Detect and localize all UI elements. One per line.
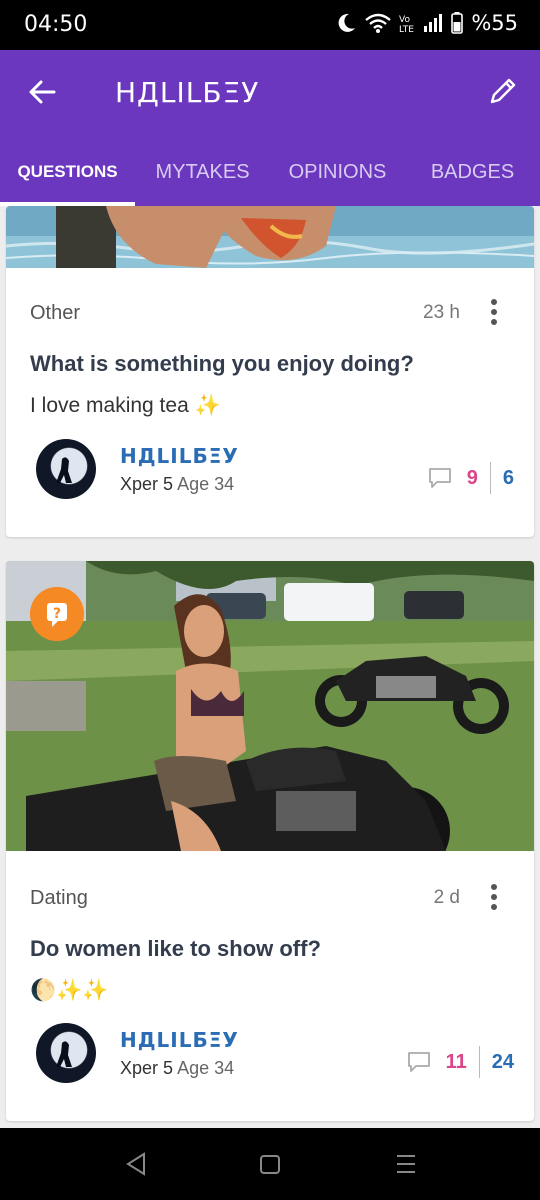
card-meta: Other 23 h	[30, 299, 510, 325]
author-details: НДLILБΞУ Xper 5 Age 34	[120, 444, 239, 495]
question-age: 2 d	[433, 887, 460, 908]
author-level: Xper 5 Age 34	[120, 1058, 239, 1079]
question-card[interactable]: Other 23 h What is something you enjoy d…	[6, 206, 534, 537]
more-options-icon[interactable]	[488, 298, 500, 326]
tab-mytakes[interactable]: MYTAKES	[135, 150, 270, 206]
battery-level: %55	[471, 11, 518, 35]
moon-icon	[338, 13, 356, 32]
author-name[interactable]: НДLILБΞУ	[120, 444, 239, 468]
comment-icon	[428, 468, 451, 488]
status-time: 04:50	[24, 12, 88, 37]
opinion-count: 6	[502, 466, 514, 489]
question-category: Dating	[30, 887, 88, 909]
system-nav-bar	[0, 1128, 540, 1200]
tab-opinions[interactable]: OPINIONS	[270, 150, 405, 206]
question-photo[interactable]	[6, 206, 534, 268]
question-body: I love making tea ✨	[30, 394, 221, 417]
avatar-silhouette	[56, 457, 72, 483]
status-icons: Vo LTE %55	[335, 11, 518, 35]
svg-text:?: ?	[53, 606, 61, 622]
avatar[interactable]	[36, 439, 96, 499]
author-name[interactable]: НДLILБΞУ	[120, 1028, 239, 1052]
svg-text:LTE: LTE	[399, 25, 414, 34]
back-arrow-icon[interactable]	[26, 76, 58, 108]
question-title[interactable]: What is something you enjoy doing?	[30, 351, 514, 377]
battery-icon	[451, 12, 464, 34]
signal-icon	[424, 14, 443, 32]
question-age: 23 h	[423, 302, 460, 323]
author-age: Age 34	[177, 473, 235, 494]
card-meta: Dating 2 d	[30, 884, 510, 910]
xper-level: Xper 5	[120, 473, 174, 494]
author-level: Xper 5 Age 34	[120, 474, 239, 495]
question-category: Other	[30, 302, 81, 324]
page-title: НДLILБΞУ	[115, 76, 260, 109]
stats-divider	[489, 462, 491, 494]
tab-badges[interactable]: BADGES	[405, 150, 540, 206]
app-bar: НДLILБΞУ QUESTIONS MYTAKES OPINIONS BADG…	[0, 50, 540, 206]
xper-level: Xper 5	[120, 1057, 174, 1078]
svg-text:Vo: Vo	[399, 15, 410, 25]
question-card[interactable]: ? Dating 2 d Do women like to show off? …	[6, 561, 534, 1121]
question-stats: 11 24	[406, 1046, 514, 1078]
profile-tabs: QUESTIONS MYTAKES OPINIONS BADGES	[0, 150, 540, 206]
edit-pencil-icon[interactable]	[486, 74, 520, 108]
nav-home-icon[interactable]	[258, 1150, 282, 1178]
stats-divider	[478, 1046, 480, 1078]
author-info[interactable]: НДLILБΞУ Xper 5 Age 34	[36, 439, 239, 499]
volte-icon: VoLTE	[399, 15, 414, 34]
question-body: 🌔✨✨	[30, 979, 109, 1002]
nav-back-icon[interactable]	[124, 1150, 148, 1178]
opinion-count: 24	[491, 1050, 514, 1073]
more-options-icon[interactable]	[488, 883, 500, 911]
question-title[interactable]: Do women like to show off?	[30, 936, 514, 962]
author-age: Age 34	[177, 1057, 235, 1078]
question-photo[interactable]	[6, 561, 534, 851]
comment-count: 9	[466, 466, 478, 489]
question-type-badge-icon: ?	[30, 587, 84, 641]
nav-recents-icon[interactable]	[394, 1150, 418, 1178]
author-info[interactable]: НДLILБΞУ Xper 5 Age 34	[36, 1023, 239, 1083]
comment-count: 11	[445, 1050, 467, 1073]
tab-questions[interactable]: QUESTIONS	[0, 150, 135, 206]
comment-icon	[407, 1052, 430, 1072]
wifi-icon	[365, 13, 392, 33]
author-details: НДLILБΞУ Xper 5 Age 34	[120, 1028, 239, 1079]
question-stats: 9 6	[427, 462, 514, 494]
avatar[interactable]	[36, 1023, 96, 1083]
status-bar: 04:50 Vo LTE %55	[0, 0, 540, 50]
avatar-silhouette	[56, 1041, 72, 1067]
